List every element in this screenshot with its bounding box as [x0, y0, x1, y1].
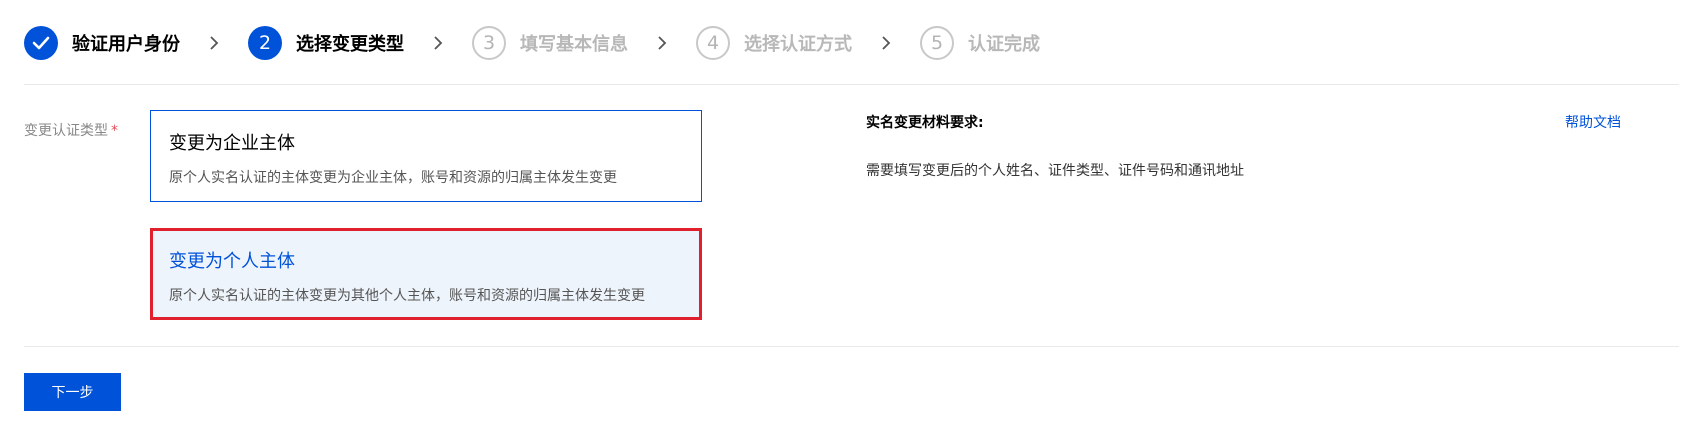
step-number: 4 — [696, 26, 730, 60]
step-label: 验证用户身份 — [72, 34, 180, 55]
step-label: 选择认证方式 — [744, 34, 852, 55]
required-mark: * — [111, 123, 118, 139]
step-label: 认证完成 — [968, 34, 1040, 55]
stepper: 验证用户身份 2 选择变更类型 3 填写基本信息 4 选择认证方式 5 认证完成 — [24, 25, 1040, 61]
chevron-right-icon — [628, 35, 696, 51]
step-select-auth-method: 4 选择认证方式 — [696, 26, 852, 60]
change-type-label: 变更认证类型 * — [24, 120, 118, 140]
requirements-text: 需要填写变更后的个人姓名、证件类型、证件号码和通讯地址 — [866, 163, 1244, 179]
chevron-right-icon — [404, 35, 472, 51]
option-description: 原个人实名认证的主体变更为其他个人主体，账号和资源的归属主体发生变更 — [169, 288, 645, 304]
footer-divider — [24, 346, 1679, 347]
requirements-title: 实名变更材料要求: — [866, 115, 984, 131]
step-label: 选择变更类型 — [296, 34, 404, 55]
option-enterprise-entity[interactable]: 变更为企业主体 原个人实名认证的主体变更为企业主体，账号和资源的归属主体发生变更 — [150, 110, 702, 202]
step-fill-basic-info: 3 填写基本信息 — [472, 26, 628, 60]
step-select-change-type: 2 选择变更类型 — [248, 26, 404, 60]
option-personal-entity[interactable]: 变更为个人主体 原个人实名认证的主体变更为其他个人主体，账号和资源的归属主体发生… — [150, 228, 702, 320]
checkmark-icon — [24, 26, 58, 60]
help-docs-link[interactable]: 帮助文档 — [1565, 112, 1621, 132]
next-step-button[interactable]: 下一步 — [24, 373, 121, 411]
step-number: 2 — [248, 26, 282, 60]
option-title: 变更为企业主体 — [169, 133, 295, 154]
field-label-text: 变更认证类型 — [24, 123, 108, 139]
header-divider — [24, 84, 1679, 85]
step-verify-identity: 验证用户身份 — [24, 26, 180, 60]
step-auth-complete: 5 认证完成 — [920, 26, 1040, 60]
option-title: 变更为个人主体 — [169, 251, 295, 272]
chevron-right-icon — [852, 35, 920, 51]
chevron-right-icon — [180, 35, 248, 51]
step-number: 5 — [920, 26, 954, 60]
step-number: 3 — [472, 26, 506, 60]
step-label: 填写基本信息 — [520, 34, 628, 55]
option-description: 原个人实名认证的主体变更为企业主体，账号和资源的归属主体发生变更 — [169, 170, 617, 186]
